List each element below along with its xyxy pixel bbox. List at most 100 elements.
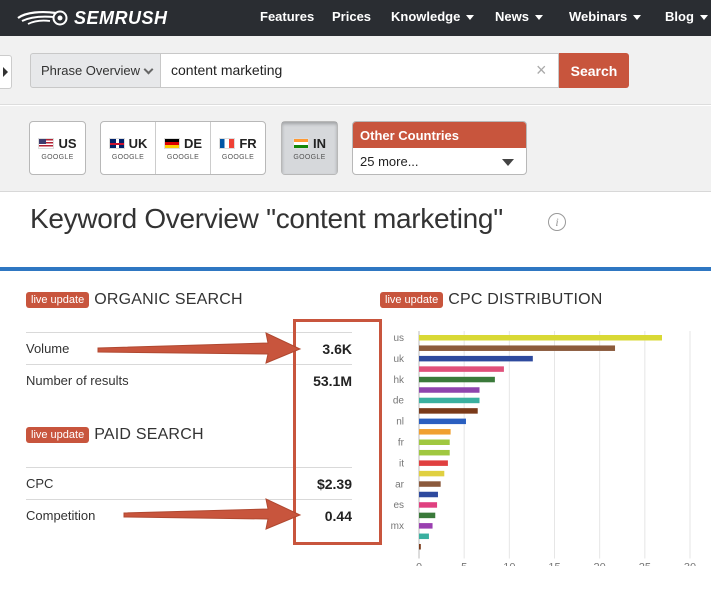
engine-label: GOOGLE	[293, 153, 326, 161]
sidebar-toggle[interactable]	[0, 55, 12, 89]
top-navbar: SEMRUSH Features Prices Knowledge News W…	[0, 0, 711, 36]
chart-bar[interactable]	[419, 408, 478, 414]
metric-label: Number of results	[26, 373, 129, 388]
nav-webinars-label: Webinars	[569, 9, 628, 24]
nav-news[interactable]: News	[495, 9, 543, 24]
category-label: es	[393, 500, 404, 511]
chevron-down-icon	[466, 15, 475, 21]
highlight-box	[293, 319, 382, 545]
x-tick-label: 30	[684, 561, 696, 566]
report-type-select[interactable]: Phrase Overview	[30, 53, 161, 88]
chart-bar[interactable]	[419, 470, 445, 477]
category-label: uk	[393, 354, 405, 365]
country-code: DE	[183, 135, 203, 151]
chevron-down-icon	[699, 15, 708, 21]
chart-bar[interactable]	[419, 418, 466, 425]
chart-svg: us uk hk de nl fr it ar es mx 0 5 10 15 20 25 30	[391, 331, 696, 573]
country-code: FR	[239, 135, 257, 151]
chart-bar[interactable]	[419, 335, 662, 341]
search-button[interactable]: Search	[559, 53, 629, 88]
country-group-us: US GOOGLE	[29, 121, 86, 175]
x-tick-label: 10	[503, 561, 515, 566]
logo-icon	[17, 10, 68, 26]
fr-flag-icon	[219, 137, 236, 149]
x-tick-label: 25	[639, 561, 651, 566]
chart-bar[interactable]	[419, 376, 495, 383]
nav-knowledge[interactable]: Knowledge	[391, 9, 475, 24]
triangle-down-icon	[502, 159, 514, 166]
nav-blog[interactable]: Blog	[665, 9, 708, 24]
nav-features[interactable]: Features	[260, 9, 314, 24]
uk-flag-icon	[108, 137, 125, 149]
chart-bar[interactable]	[419, 345, 616, 351]
country-button-us[interactable]: US GOOGLE	[30, 122, 85, 174]
section-divider	[0, 267, 711, 271]
chart-bar[interactable]	[419, 449, 450, 456]
other-countries-value: 25 more...	[360, 154, 419, 169]
country-button-in[interactable]: IN GOOGLE	[282, 122, 337, 174]
nav-news-label: News	[495, 9, 529, 24]
in-flag-icon	[293, 137, 309, 149]
organic-search-title: ORGANIC SEARCH	[94, 291, 243, 308]
chart-bar[interactable]	[419, 397, 480, 404]
chart-bar[interactable]	[419, 544, 421, 550]
nav-knowledge-label: Knowledge	[391, 9, 461, 24]
search-bar-row: Phrase Overview content marketing × Sear…	[0, 36, 711, 105]
other-countries-dropdown[interactable]: Other Countries 25 more...	[352, 121, 527, 175]
chart-bar[interactable]	[419, 502, 438, 508]
category-label: hk	[393, 375, 405, 386]
us-flag-icon	[38, 137, 55, 149]
chart-bar[interactable]	[419, 491, 438, 498]
chevron-down-icon	[534, 15, 543, 21]
chart-bar[interactable]	[419, 523, 433, 529]
chevron-down-icon	[143, 64, 154, 75]
info-icon[interactable]: i	[548, 213, 566, 231]
country-button-de[interactable]: DE GOOGLE	[156, 122, 211, 174]
nav-prices-label: Prices	[332, 9, 372, 24]
search-input[interactable]: content marketing	[161, 53, 559, 88]
engine-label: GOOGLE	[41, 153, 74, 161]
live-update-badge[interactable]: live update	[380, 292, 444, 308]
engine-label: GOOGLE	[111, 153, 145, 161]
category-label: nl	[396, 417, 404, 428]
category-label: us	[393, 333, 404, 344]
x-tick-label: 20	[594, 561, 606, 566]
metric-label: CPC	[26, 476, 54, 491]
x-tick-label: 0	[416, 561, 422, 566]
country-button-uk[interactable]: UK GOOGLE	[101, 122, 156, 174]
chart-bar[interactable]	[419, 460, 448, 466]
other-countries-select[interactable]: 25 more...	[353, 148, 526, 174]
nav-features-label: Features	[260, 9, 315, 24]
live-update-badge[interactable]: live update	[26, 427, 90, 443]
category-label: fr	[398, 438, 405, 449]
nav-webinars[interactable]: Webinars	[569, 9, 642, 24]
chart-bar[interactable]	[419, 355, 533, 362]
nav-blog-label: Blog	[665, 9, 694, 24]
chart-bar[interactable]	[419, 387, 480, 393]
paid-search-title: PAID SEARCH	[94, 426, 204, 443]
nav-prices[interactable]: Prices	[332, 9, 371, 24]
engine-label: GOOGLE	[166, 153, 200, 161]
logo-text: SEMRUSH	[74, 7, 168, 28]
category-label: it	[399, 458, 404, 469]
clear-icon[interactable]: ×	[536, 60, 547, 80]
cpc-distribution-title: CPC DISTRIBUTION	[448, 291, 603, 308]
cpc-distribution-header: live update CPC DISTRIBUTION	[380, 291, 603, 309]
chart-bar[interactable]	[419, 512, 436, 519]
other-countries-title: Other Countries	[353, 122, 526, 148]
chart-bar[interactable]	[419, 481, 441, 487]
country-button-fr[interactable]: FR GOOGLE	[211, 122, 265, 174]
chart-bar[interactable]	[419, 533, 429, 540]
semrush-logo[interactable]: SEMRUSH	[16, 7, 168, 29]
page-title: Keyword Overview "content marketing"	[30, 203, 503, 234]
country-selector-row: US GOOGLE UK GOOGLE DE GOOGLE FR GOOGLE …	[0, 106, 711, 192]
report-type-label: Phrase Overview	[41, 63, 140, 78]
chevron-right-icon	[3, 67, 8, 77]
paid-search-header: live update PAID SEARCH	[26, 426, 204, 444]
country-code: IN	[313, 135, 326, 151]
chart-bar[interactable]	[419, 429, 451, 435]
chart-bar[interactable]	[419, 366, 504, 372]
chart-bar[interactable]	[419, 439, 450, 446]
live-update-badge[interactable]: live update	[26, 292, 90, 308]
category-label: ar	[395, 479, 405, 490]
